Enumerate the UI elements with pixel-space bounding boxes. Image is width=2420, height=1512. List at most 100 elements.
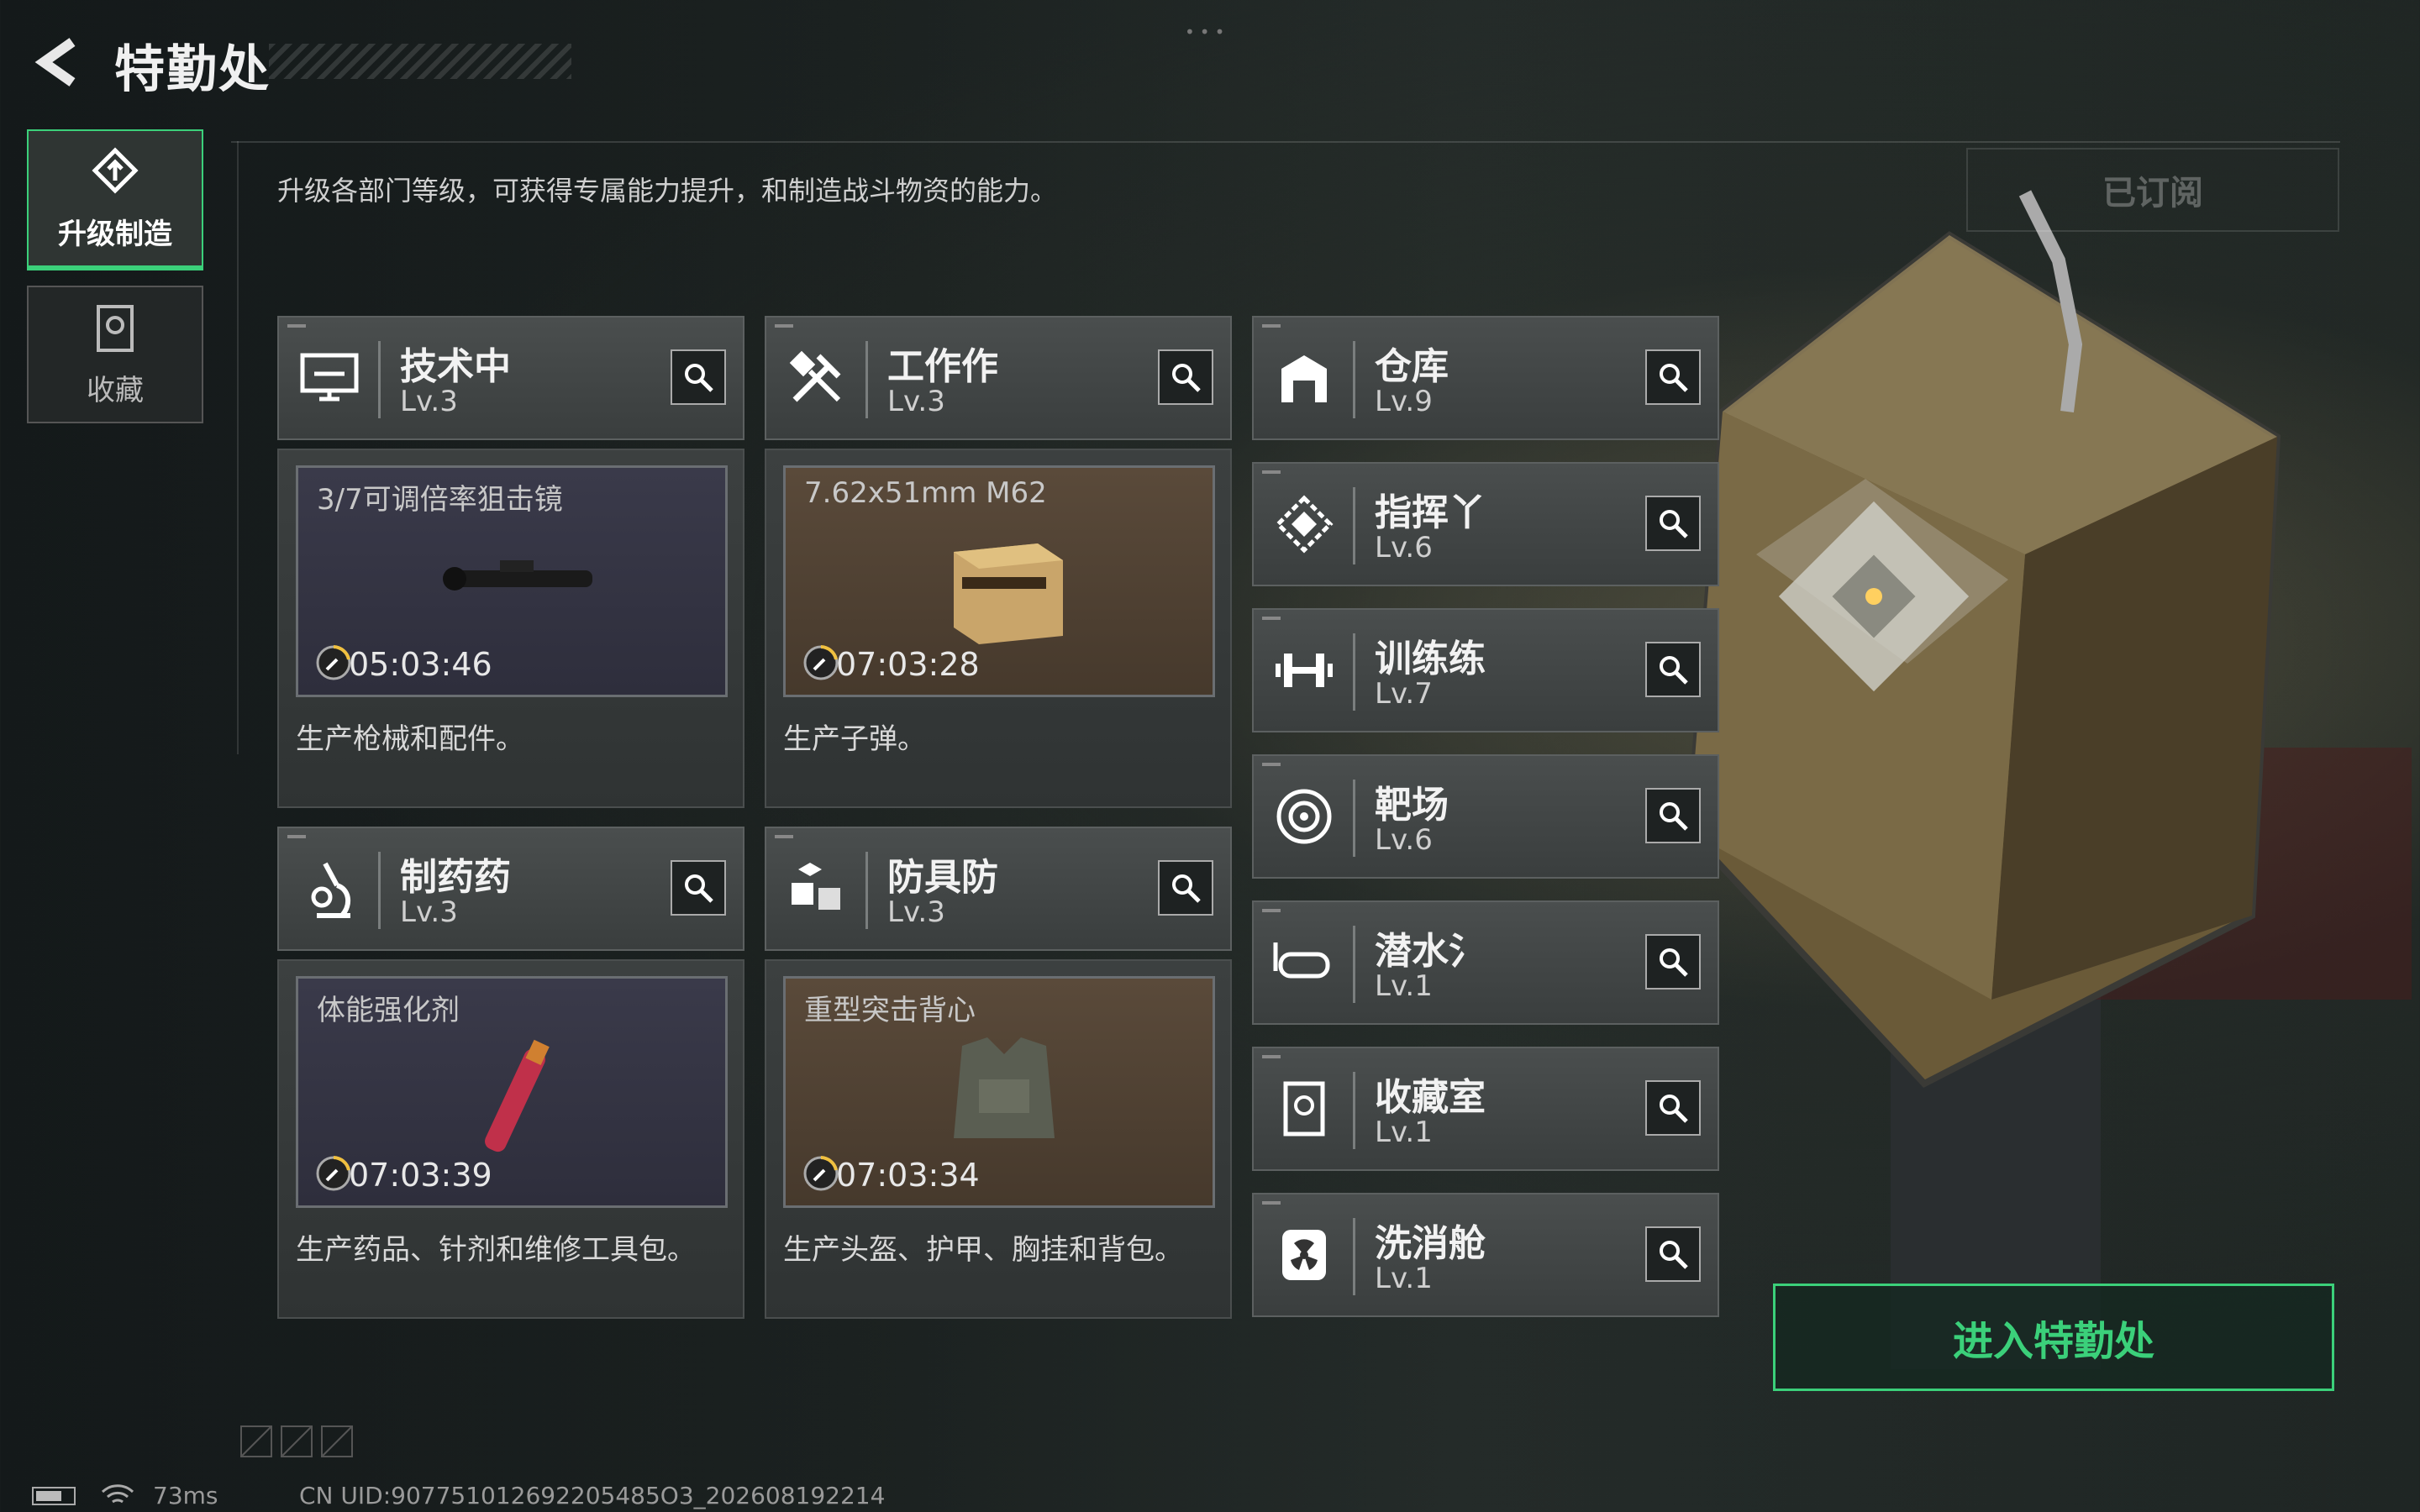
injector-image [485, 1039, 550, 1152]
facility-card-training[interactable]: 训练练 Lv.7 [1252, 608, 1719, 732]
armor-blocks-icon [781, 853, 852, 924]
separator [1353, 926, 1355, 1003]
facility-card-command[interactable]: 指挥丫 Lv.6 [1252, 462, 1719, 586]
command-icon [1269, 489, 1339, 559]
dept-name: 防具防 [887, 856, 998, 899]
dept-name: 靶场 [1375, 784, 1449, 827]
separator [1353, 1218, 1355, 1295]
upgrade-icon [92, 146, 139, 194]
computer-icon [294, 343, 365, 413]
corner-decoration [287, 835, 306, 838]
facility-card-decon[interactable]: 洗消舱 Lv.1 [1252, 1193, 1719, 1317]
corner-decoration [1262, 763, 1281, 766]
top-dots-decoration: ••• [1185, 22, 1230, 42]
back-arrow-icon [34, 38, 76, 87]
enter-button[interactable]: 进入特勤处 [1773, 1284, 2334, 1391]
warehouse-icon [1269, 343, 1339, 413]
inspect-button[interactable] [1645, 642, 1701, 697]
search-icon [1172, 364, 1201, 392]
dept-name: 指挥丫 [1375, 491, 1486, 534]
production-panel-tech[interactable]: 3/7可调倍率狙击镜 05:03:46 生产枪械和配件。 [277, 449, 744, 808]
inspect-button[interactable] [671, 860, 726, 916]
inspect-button[interactable] [1645, 1080, 1701, 1136]
dept-level: Lv.6 [1375, 531, 1433, 564]
inspect-button[interactable] [1158, 349, 1213, 405]
bottom-decoration [240, 1425, 353, 1457]
item-name: 重型突击背心 [804, 994, 976, 1027]
dept-level: Lv.1 [1375, 1116, 1433, 1149]
radiation-icon [1269, 1220, 1339, 1290]
dept-level: Lv.1 [1375, 969, 1433, 1003]
tab-upgrade-manufacture[interactable]: 升级制造 [27, 129, 203, 270]
separator [1353, 1072, 1355, 1149]
production-panel-workshop[interactable]: 7.62x51mm M62 07:03:28 生产子弹。 [765, 449, 1232, 808]
back-button[interactable] [25, 29, 92, 96]
dept-level: Lv.1 [1375, 1262, 1433, 1295]
separator [865, 341, 868, 418]
production-timer: 07:03:28 [836, 646, 980, 683]
dept-description: 生产药品、针剂和维修工具包。 [296, 1233, 696, 1267]
search-icon [1172, 874, 1201, 903]
dept-card-workshop[interactable]: 工作作 Lv.3 [765, 316, 1232, 440]
dept-name: 工作作 [887, 345, 998, 388]
dept-description: 生产头盔、护甲、胸挂和背包。 [783, 1233, 1183, 1267]
tab-label: 收藏 [87, 373, 144, 407]
facility-card-range[interactable]: 靶场 Lv.6 [1252, 754, 1719, 879]
production-slot[interactable]: 7.62x51mm M62 07:03:28 [783, 465, 1215, 697]
search-icon [1660, 1241, 1688, 1269]
inspect-button[interactable] [1645, 349, 1701, 405]
dept-name: 洗消舱 [1375, 1222, 1486, 1265]
dept-card-tech[interactable]: 技术中 Lv.3 [277, 316, 744, 440]
collection-icon [97, 304, 134, 352]
inspect-button[interactable] [671, 349, 726, 405]
facility-card-collection-room[interactable]: 收藏室 Lv.1 [1252, 1047, 1719, 1171]
production-slot[interactable]: 重型突击背心 07:03:34 [783, 976, 1215, 1208]
dept-level: Lv.9 [1375, 385, 1433, 418]
dept-card-pharmacy[interactable]: 制药药 Lv.3 [277, 827, 744, 951]
inspect-button[interactable] [1645, 1226, 1701, 1282]
target-icon [1269, 781, 1339, 852]
corner-decoration [287, 324, 306, 328]
battery-icon [32, 1487, 76, 1505]
dumbbell-icon [1269, 635, 1339, 706]
inspect-button[interactable] [1645, 788, 1701, 843]
dept-description: 生产子弹。 [783, 722, 926, 756]
corner-decoration [1262, 617, 1281, 620]
tools-icon [781, 343, 852, 413]
production-timer: 07:03:34 [836, 1157, 980, 1194]
title-decoration [269, 44, 571, 79]
corner-decoration [1262, 324, 1281, 328]
facility-card-storage[interactable]: 仓库 Lv.9 [1252, 316, 1719, 440]
dept-name: 仓库 [1375, 345, 1449, 388]
microscope-icon [294, 853, 365, 924]
inspect-button[interactable] [1158, 860, 1213, 916]
dept-level: Lv.7 [1375, 677, 1433, 711]
tab-collection[interactable]: 收藏 [27, 286, 203, 423]
corner-decoration [775, 835, 793, 838]
uid-readout: CN UID:907751012692205485O3_202608192214 [299, 1482, 886, 1509]
page-description: 升级各部门等级，可获得专属能力提升，和制造战斗物资的能力。 [277, 175, 1058, 207]
dept-name: 收藏室 [1375, 1076, 1486, 1119]
facility-card-diving[interactable]: 潜水氵 Lv.1 [1252, 900, 1719, 1025]
dept-level: Lv.6 [1375, 823, 1433, 857]
production-slot[interactable]: 体能强化剂 07:03:39 [296, 976, 728, 1208]
collection-case-icon [1269, 1074, 1339, 1144]
inspect-button[interactable] [1645, 934, 1701, 990]
inspect-button[interactable] [1645, 496, 1701, 551]
separator [1353, 633, 1355, 711]
divider [231, 141, 2340, 143]
dept-card-armor[interactable]: 防具防 Lv.3 [765, 827, 1232, 951]
separator [378, 341, 381, 418]
dept-level: Lv.3 [887, 385, 945, 418]
status-footer: 73ms CN UID:907751012692205485O3_2026081… [0, 1475, 2420, 1512]
production-panel-pharmacy[interactable]: 体能强化剂 07:03:39 生产药品、针剂和维修工具包。 [277, 959, 744, 1319]
corner-decoration [1262, 470, 1281, 474]
separator [1353, 341, 1355, 418]
production-slot[interactable]: 3/7可调倍率狙击镜 05:03:46 [296, 465, 728, 697]
corner-decoration [1262, 1201, 1281, 1205]
search-icon [1660, 656, 1688, 685]
item-name: 体能强化剂 [317, 994, 460, 1027]
production-panel-armor[interactable]: 重型突击背心 07:03:34 生产头盔、护甲、胸挂和背包。 [765, 959, 1232, 1319]
separator [865, 852, 868, 929]
production-timer: 05:03:46 [349, 646, 492, 683]
